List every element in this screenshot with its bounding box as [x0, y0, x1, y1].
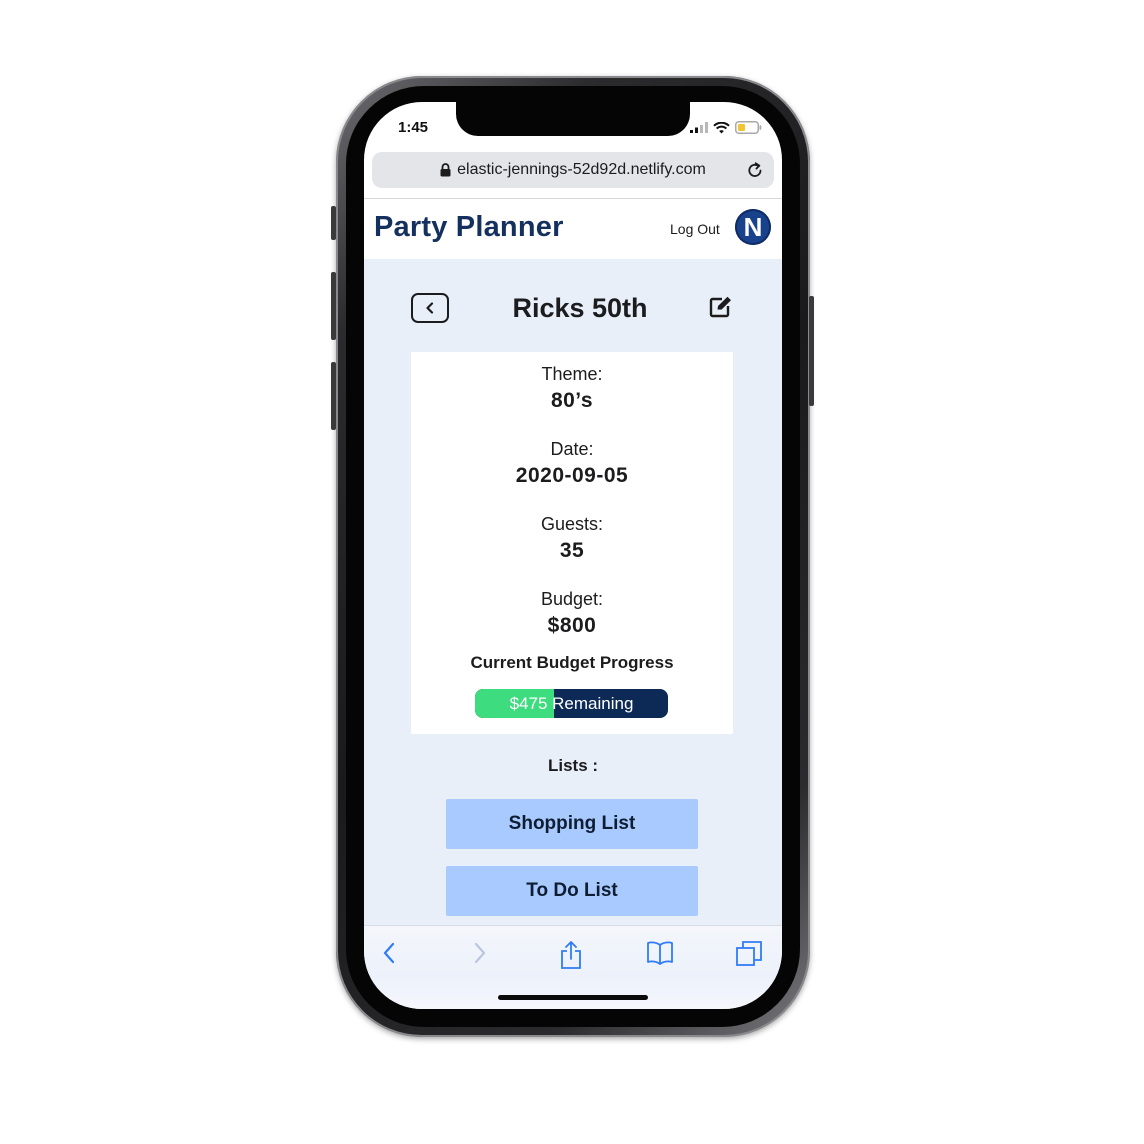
date-value: 2020-09-05	[515, 464, 629, 487]
volume-down-button	[331, 362, 336, 430]
budget-value: $800	[547, 614, 597, 637]
budget-progress-heading: Current Budget Progress	[470, 653, 674, 672]
todo-list-button[interactable]: To Do List	[446, 866, 698, 916]
power-button	[809, 296, 814, 406]
back-icon[interactable]	[381, 940, 397, 966]
lock-icon	[440, 163, 451, 177]
edit-icon[interactable]	[709, 296, 733, 318]
signal-icon	[690, 122, 708, 133]
budget-progress-bar: $475 Remaining	[475, 689, 668, 718]
logout-link[interactable]: Log Out	[670, 221, 720, 237]
app-title[interactable]: Party Planner	[374, 211, 564, 244]
reload-icon[interactable]	[746, 161, 764, 179]
status-time: 1:45	[398, 119, 429, 136]
wifi-icon	[713, 121, 730, 133]
date-label: Date:	[550, 439, 594, 459]
theme-label: Theme:	[541, 364, 603, 384]
shopping-list-button[interactable]: Shopping List	[446, 799, 698, 849]
theme-value: 80’s	[550, 389, 594, 412]
forward-icon[interactable]	[472, 940, 488, 966]
budget-remaining-text: $475 Remaining	[509, 693, 634, 713]
tabs-icon[interactable]	[735, 940, 763, 968]
guests-label: Guests:	[540, 514, 604, 534]
app-header: Party Planner Log Out N	[364, 199, 782, 259]
phone-screen: 1:45 elastic-jennings-52d92d.netlify.com	[364, 102, 782, 1009]
status-icons	[690, 121, 762, 134]
silent-switch	[331, 206, 336, 240]
budget-label: Budget:	[540, 589, 604, 609]
event-details-card: Theme: 80’s Date: 2020-09-05 Guests: 35 …	[411, 352, 733, 734]
bookmarks-icon[interactable]	[646, 940, 674, 966]
event-detail-page: Ricks 50th Theme: 80’s Date: 2020-09-05 …	[364, 259, 782, 925]
address-bar[interactable]: elastic-jennings-52d92d.netlify.com	[372, 152, 774, 188]
volume-up-button	[331, 272, 336, 340]
home-indicator	[498, 995, 648, 1000]
share-icon[interactable]	[560, 940, 582, 970]
notch	[456, 102, 690, 136]
avatar[interactable]: N	[735, 209, 771, 245]
battery-icon	[735, 121, 762, 134]
url-text: elastic-jennings-52d92d.netlify.com	[457, 161, 706, 178]
guests-value: 35	[559, 539, 585, 562]
lists-label: Lists :	[547, 756, 599, 775]
